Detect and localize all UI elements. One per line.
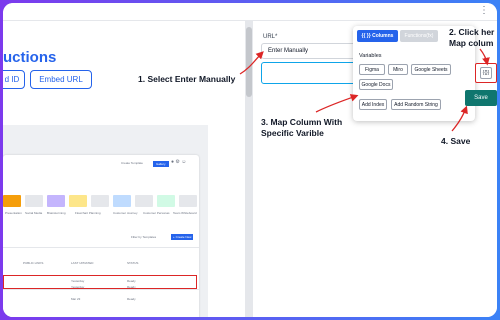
preview-column-header: STATUS	[127, 261, 139, 265]
preview-row-status: Ready	[127, 285, 136, 289]
save-button[interactable]: Save	[465, 90, 497, 106]
preview-row-status: Ready	[127, 297, 136, 301]
preview-thumb	[69, 195, 87, 207]
page-title: uctions	[3, 49, 57, 66]
step3-line2: Specific Varible	[261, 128, 324, 138]
tab-functions[interactable]: Functions(fx)	[400, 30, 438, 42]
preview-highlighted-rows	[3, 275, 197, 289]
embedded-preview: Create Template Gallery ● ⚙ ☺ Presentati…	[3, 125, 208, 317]
preview-thumb	[47, 195, 65, 207]
left-panel: uctions d ID Embed URL 1. Select Enter M…	[3, 21, 245, 317]
variable-chip-google-sheets[interactable]: Google Sheets	[411, 64, 451, 75]
preview-gallery-tag: Gallery	[153, 161, 169, 167]
step1-annotation: 1. Select Enter Manually	[138, 74, 236, 84]
url-mode-select[interactable]: Enter Manually	[261, 43, 357, 59]
preview-card: Create Template Gallery ● ⚙ ☺ Presentati…	[3, 155, 199, 317]
preview-thumb	[113, 195, 131, 207]
preview-category-label: Social Media	[25, 211, 43, 215]
preview-row-date: Yesterday	[71, 285, 85, 289]
preview-thumb	[179, 195, 197, 207]
preview-thumb	[135, 195, 153, 207]
url-field-label: URL*	[263, 34, 278, 40]
url-input[interactable]	[261, 62, 361, 84]
step2-line2: Map colum	[449, 38, 494, 48]
preview-column-header: PUBLIC LINKS	[23, 261, 44, 265]
variable-chip-google-docs[interactable]: Google Docs	[359, 79, 393, 90]
variable-chip-miro[interactable]: Miro	[388, 64, 408, 75]
preview-thumb	[91, 195, 109, 207]
add-index-button[interactable]: Add Index	[359, 99, 387, 110]
embed-url-button[interactable]: Embed URL	[30, 70, 92, 89]
step3-annotation: 3. Map Column With Specific Varible	[261, 117, 342, 139]
braces-icon: {{}}	[480, 67, 492, 79]
preview-filter-button: Filter by Templates	[131, 235, 157, 239]
preview-row-status: Ready	[127, 279, 136, 283]
screenshot-frame: ⋮ uctions d ID Embed URL 1. Select Enter…	[3, 3, 497, 317]
step2-line1: 2. Click her	[449, 27, 495, 37]
step2-annotation: 2. Click her Map colum	[449, 27, 494, 49]
scrollbar-thumb[interactable]	[246, 27, 252, 97]
preview-divider	[3, 247, 199, 248]
variable-chip-figma[interactable]: Figma	[359, 64, 385, 75]
step4-annotation: 4. Save	[441, 136, 471, 146]
more-options-icon[interactable]: ⋮	[479, 5, 489, 17]
step3-line1: 3. Map Column With	[261, 117, 343, 127]
preview-category-label: Customer Personas	[143, 211, 170, 215]
preview-avatar-icons: ● ⚙ ☺	[171, 159, 187, 165]
preview-category-label: Brainstorming	[47, 211, 66, 215]
preview-category-label: Team Whiteboard	[173, 211, 197, 215]
preview-row-date: Yesterday	[71, 279, 85, 283]
preview-thumb	[3, 195, 21, 207]
preview-divider	[3, 289, 199, 290]
preview-column-header: LAST UPDATED	[71, 261, 94, 265]
preview-create-template-button: Create Template	[121, 161, 143, 165]
vertical-scrollbar[interactable]	[245, 21, 253, 317]
tab-columns[interactable]: {{ }} Columns	[357, 30, 398, 42]
embed-id-button[interactable]: d ID	[3, 70, 25, 89]
top-bar: ⋮	[3, 3, 497, 21]
preview-row-date: Mar 23	[71, 297, 81, 301]
add-random-string-button[interactable]: Add Random String	[391, 99, 441, 110]
variables-label: Variables	[359, 53, 382, 59]
preview-thumb	[157, 195, 175, 207]
preview-thumb	[25, 195, 43, 207]
preview-category-label: Flowchart Planning	[75, 211, 101, 215]
preview-category-label: Presentation	[5, 211, 22, 215]
preview-create-new-button: + Create New	[171, 234, 194, 240]
preview-category-label: Customer Journey	[113, 211, 138, 215]
